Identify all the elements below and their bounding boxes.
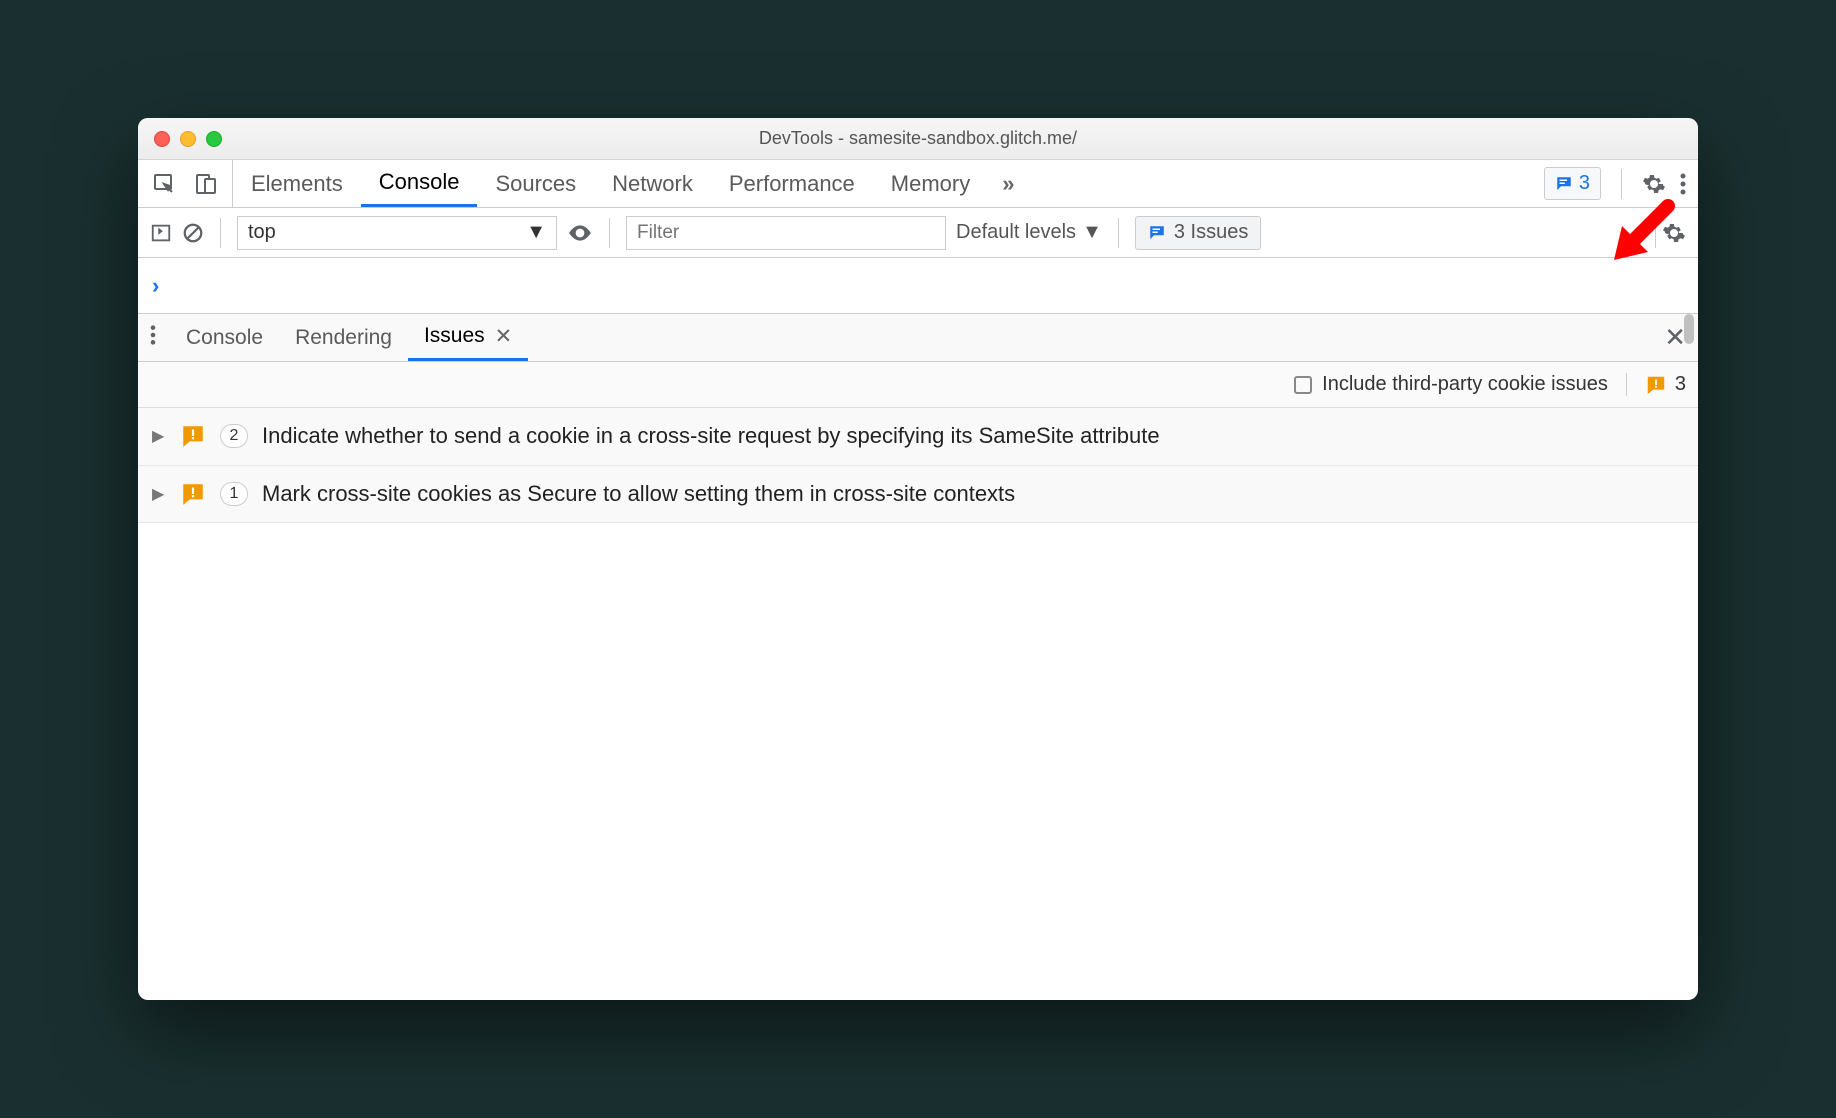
drawer-tab-issues[interactable]: Issues ✕ [408, 314, 528, 361]
console-toolbar: top ▼ Default levels ▼ 3 Issues [138, 208, 1698, 258]
kebab-menu-icon[interactable] [1680, 172, 1686, 196]
device-toolbar-icon[interactable] [194, 172, 218, 196]
expand-caret-icon[interactable]: ▶ [152, 426, 166, 446]
warning-icon [1645, 374, 1667, 396]
issues-total-count: 3 [1675, 373, 1686, 396]
drawer-kebab-icon[interactable] [150, 324, 170, 352]
context-value: top [248, 221, 276, 244]
tab-memory[interactable]: Memory [873, 160, 988, 207]
traffic-lights [138, 131, 222, 147]
separator [1621, 169, 1622, 199]
issue-count-badge: 2 [220, 424, 248, 448]
issue-row[interactable]: ▶ 2 Indicate whether to send a cookie in… [138, 408, 1698, 466]
devtools-window: DevTools - samesite-sandbox.glitch.me/ E… [138, 118, 1698, 1000]
tab-sources[interactable]: Sources [477, 160, 594, 207]
issues-chip-count: 3 [1579, 172, 1590, 195]
console-prompt[interactable]: › [138, 258, 1698, 314]
console-settings-gear-icon[interactable] [1662, 221, 1686, 245]
separator [1118, 218, 1119, 248]
execution-context-select[interactable]: top ▼ [237, 216, 557, 250]
open-issues-button[interactable]: 3 Issues [1135, 216, 1261, 250]
third-party-checkbox[interactable] [1294, 376, 1312, 394]
settings-gear-icon[interactable] [1642, 172, 1666, 196]
drawer-tab-bar: Console Rendering Issues ✕ ✕ [138, 314, 1698, 362]
filter-input[interactable] [626, 216, 946, 250]
main-tab-right-group: 3 [1544, 160, 1698, 207]
tab-elements[interactable]: Elements [233, 160, 361, 207]
main-tabs-list: Elements Console Sources Network Perform… [233, 160, 1029, 207]
issues-button-label: 3 Issues [1174, 221, 1248, 244]
live-expression-icon[interactable] [567, 220, 593, 246]
drawer-tab-issues-label: Issues [424, 324, 485, 348]
inspect-toggle-group [138, 160, 233, 207]
minimize-window-button[interactable] [180, 131, 196, 147]
issue-title: Mark cross-site cookies as Secure to all… [262, 480, 1684, 509]
maximize-window-button[interactable] [206, 131, 222, 147]
issue-row[interactable]: ▶ 1 Mark cross-site cookies as Secure to… [138, 466, 1698, 524]
issues-toolbar: Include third-party cookie issues 3 [138, 362, 1698, 408]
close-window-button[interactable] [154, 131, 170, 147]
more-tabs-button[interactable]: » [988, 171, 1028, 197]
close-tab-icon[interactable]: ✕ [495, 324, 513, 349]
tab-console[interactable]: Console [361, 160, 478, 207]
warning-icon [180, 423, 206, 449]
show-console-sidebar-icon[interactable] [150, 222, 172, 244]
separator [220, 218, 221, 248]
message-icon [1555, 175, 1573, 193]
log-levels-select[interactable]: Default levels ▼ [956, 221, 1102, 244]
tab-performance[interactable]: Performance [711, 160, 873, 207]
element-picker-icon[interactable] [152, 172, 176, 196]
issues-counter-chip[interactable]: 3 [1544, 167, 1601, 200]
tab-network[interactable]: Network [594, 160, 711, 207]
drawer-tab-console[interactable]: Console [170, 314, 279, 361]
clear-console-icon[interactable] [182, 222, 204, 244]
prompt-caret-icon: › [152, 273, 159, 299]
dropdown-caret-icon: ▼ [1082, 221, 1102, 244]
close-drawer-icon[interactable]: ✕ [1664, 322, 1686, 353]
issue-count-badge: 1 [220, 482, 248, 506]
third-party-checkbox-label[interactable]: Include third-party cookie issues [1322, 373, 1608, 396]
separator [1655, 218, 1656, 248]
expand-caret-icon[interactable]: ▶ [152, 484, 166, 504]
scrollbar-thumb[interactable] [1684, 314, 1694, 344]
separator [609, 218, 610, 248]
issue-title: Indicate whether to send a cookie in a c… [262, 422, 1684, 451]
dropdown-caret-icon: ▼ [526, 221, 546, 244]
levels-label: Default levels [956, 221, 1076, 244]
issues-total-counter: 3 [1626, 373, 1686, 396]
message-icon [1148, 224, 1166, 242]
drawer-tab-rendering[interactable]: Rendering [279, 314, 408, 361]
window-title: DevTools - samesite-sandbox.glitch.me/ [138, 128, 1698, 149]
warning-icon [180, 481, 206, 507]
titlebar: DevTools - samesite-sandbox.glitch.me/ [138, 118, 1698, 160]
main-tab-bar: Elements Console Sources Network Perform… [138, 160, 1698, 208]
